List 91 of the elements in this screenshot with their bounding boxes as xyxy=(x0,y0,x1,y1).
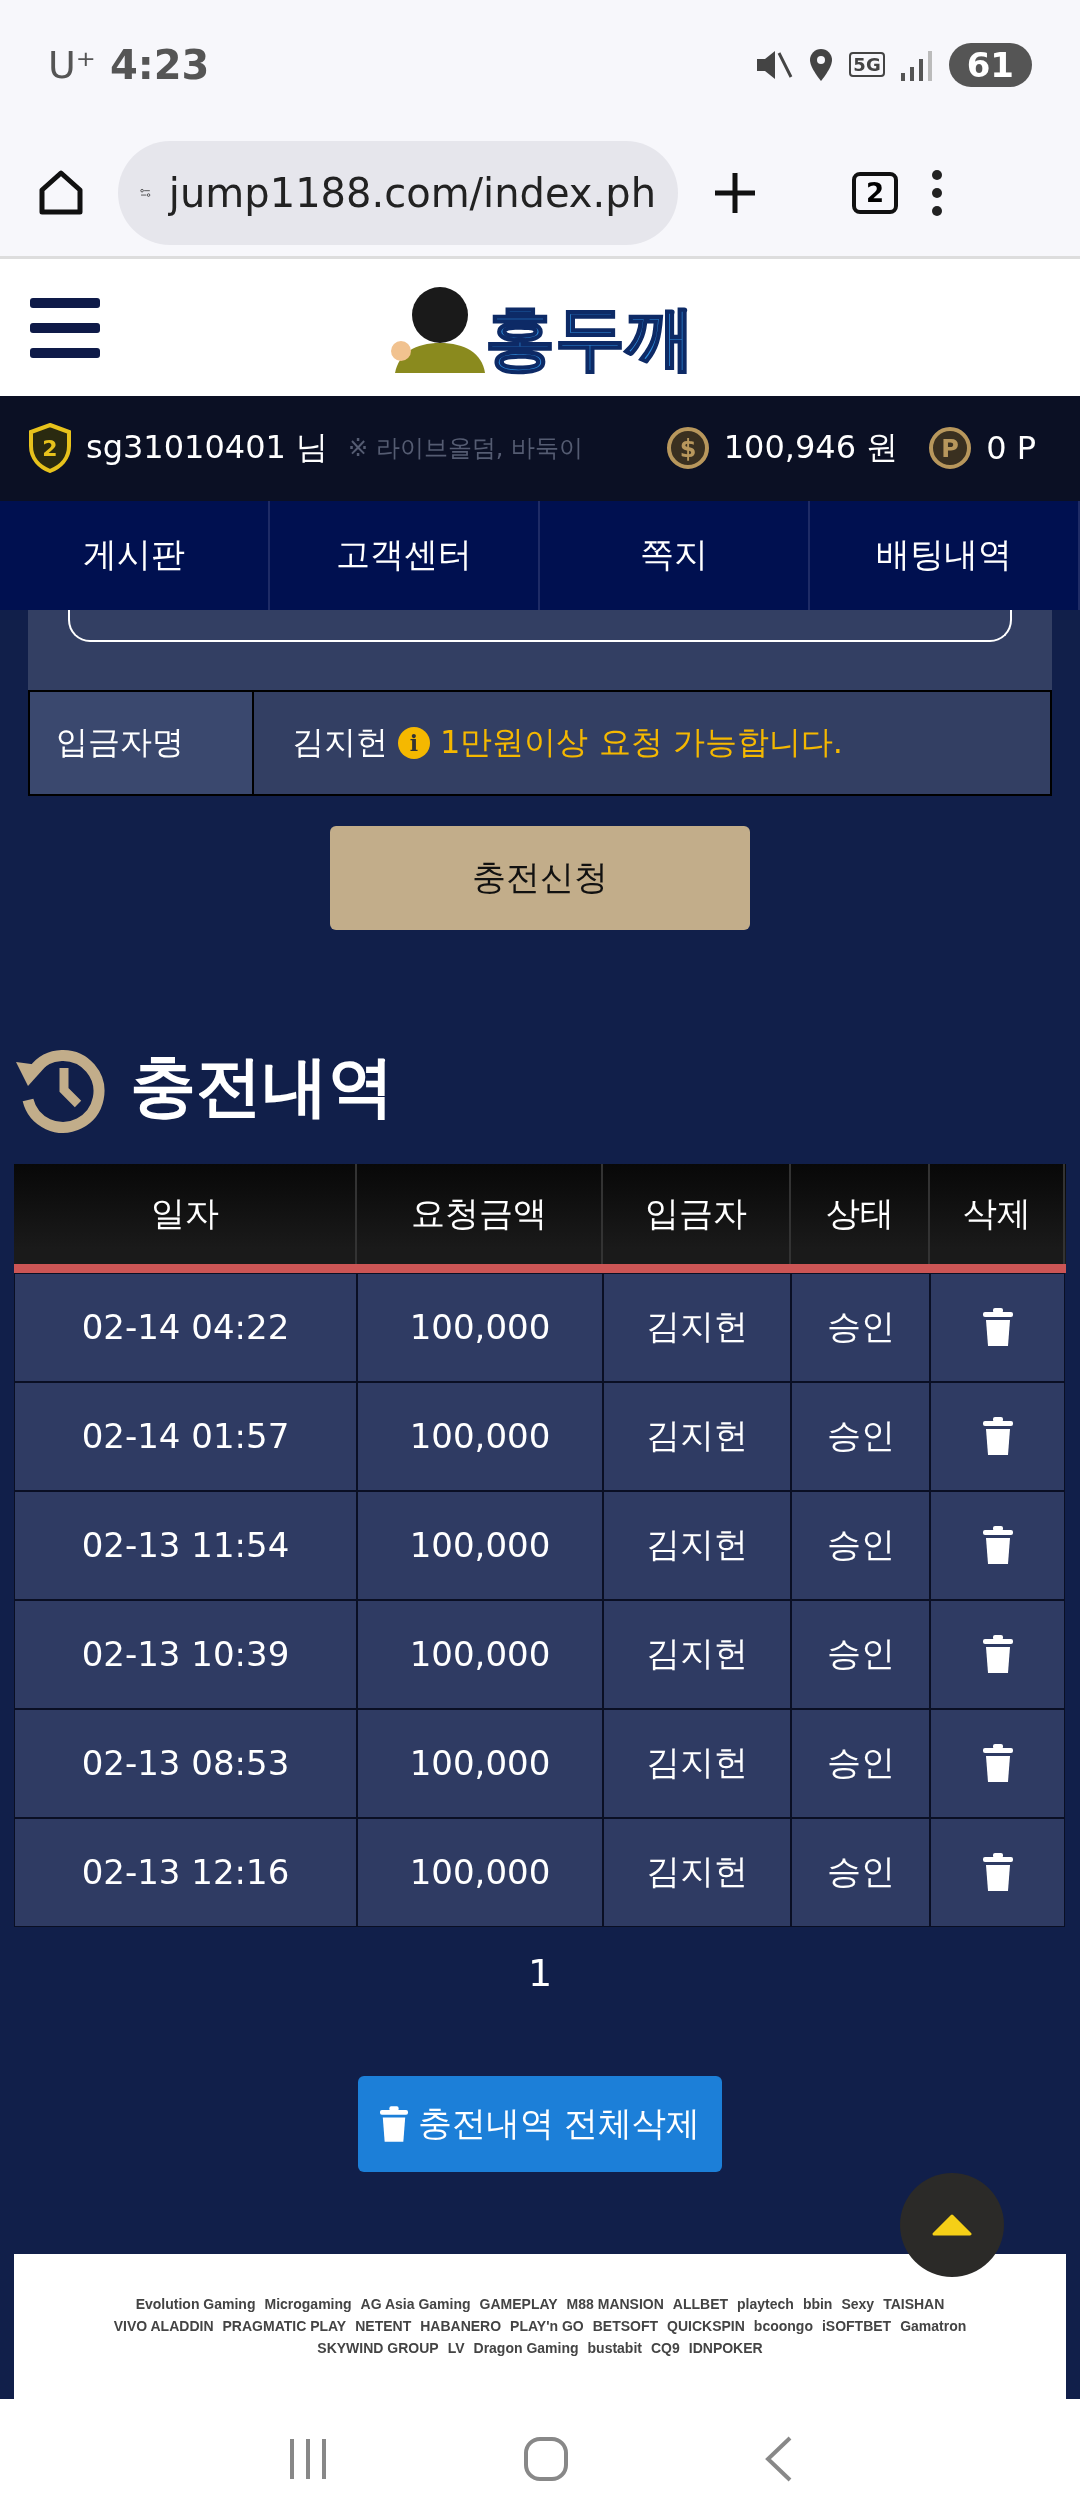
back-icon[interactable] xyxy=(764,2436,793,2483)
point-icon: P xyxy=(928,426,973,471)
provider-logo: BETSOFT xyxy=(592,2318,659,2335)
trash-icon[interactable] xyxy=(982,1635,1013,1674)
provider-logo: PLAY'n GO xyxy=(510,2318,584,2335)
table-cell: 02-13 12:16 xyxy=(14,1817,357,1927)
provider-logo: Evolution Gaming xyxy=(135,2296,256,2313)
trash-icon[interactable] xyxy=(982,1744,1013,1783)
clock: 4:23 xyxy=(109,41,210,88)
table-cell: 김지헌 xyxy=(603,1381,791,1491)
coin-icon: $ xyxy=(665,426,710,471)
section-title: 충전내역 xyxy=(130,1046,394,1127)
table-cell: 승인 xyxy=(791,1381,930,1491)
table-cell: 100,000 xyxy=(357,1817,603,1927)
table-cell: 100,000 xyxy=(357,1599,603,1709)
column-header: 상태 xyxy=(791,1163,930,1264)
address-bar[interactable]: jump1188.com/index.ph xyxy=(118,140,678,245)
column-header: 입금자 xyxy=(603,1163,791,1264)
delete-all-button[interactable]: 충전내역 전체삭제 xyxy=(358,2075,722,2172)
provider-logo: HABANERO xyxy=(420,2318,502,2335)
provider-logo: bcoongo xyxy=(753,2318,813,2335)
provider-logo: IDNPOKER xyxy=(688,2340,763,2357)
carrier-label: U⁺ xyxy=(48,42,96,87)
provider-logo: LV xyxy=(447,2340,465,2357)
table-cell: 02-13 11:54 xyxy=(14,1490,357,1600)
provider-logo: SKYWIND GROUP xyxy=(317,2340,439,2357)
provider-logo: GAMEPLAY xyxy=(479,2296,558,2313)
table-cell: 100,000 xyxy=(357,1708,603,1818)
caret-up-icon xyxy=(932,2213,972,2236)
page-link[interactable]: 1 xyxy=(513,1944,567,2001)
level-shield-icon: 2 xyxy=(28,423,72,474)
info-icon: i xyxy=(398,726,430,759)
table-cell: 100,000 xyxy=(357,1272,603,1382)
trash-icon[interactable] xyxy=(982,1417,1013,1456)
provider-logo: M88 MANSION xyxy=(566,2296,664,2313)
trash-icon xyxy=(379,2105,408,2142)
network-label: 5G xyxy=(849,52,885,78)
username: sg31010401 님 xyxy=(86,427,329,469)
provider-logo: PRAGMATIC PLAY xyxy=(222,2318,347,2335)
input-field[interactable] xyxy=(68,609,1012,642)
table-cell: 김지헌 xyxy=(603,1272,791,1382)
table-cell: 02-14 04:22 xyxy=(14,1272,357,1382)
provider-logo: Gamatron xyxy=(900,2318,967,2335)
points-text: 0 P xyxy=(986,429,1036,468)
balance-text: 100,946 원 xyxy=(723,427,899,469)
trash-icon[interactable] xyxy=(982,1853,1013,1892)
table-cell: 김지헌 xyxy=(603,1599,791,1709)
submit-button[interactable]: 충전신청 xyxy=(330,825,750,930)
table-cell: 100,000 xyxy=(357,1381,603,1491)
table-cell: 02-14 01:57 xyxy=(14,1381,357,1491)
column-header: 일자 xyxy=(14,1163,357,1264)
provider-logo: AG Asia Gaming xyxy=(360,2296,471,2313)
table-cell: 김지헌 xyxy=(603,1708,791,1818)
provider-logo: NETENT xyxy=(355,2318,412,2335)
provider-logo: bbin xyxy=(802,2296,833,2313)
table-cell: 02-13 08:53 xyxy=(14,1708,357,1818)
provider-logo: bustabit xyxy=(587,2340,642,2357)
menu-icon[interactable] xyxy=(30,297,100,358)
provider-logo: VIVO ALADDIN xyxy=(113,2318,214,2335)
note-text: 1만원이상 요청 가능합니다. xyxy=(440,721,843,763)
table-cell: 승인 xyxy=(791,1599,930,1709)
provider-logo: iSOFTBET xyxy=(821,2318,892,2335)
provider-logo: ALLBET xyxy=(672,2296,729,2313)
provider-logo: CQ9 xyxy=(651,2340,680,2357)
tab-count-button[interactable]: 2 xyxy=(852,171,899,214)
notice-text: ※ 라이브올덤, 바둑이 xyxy=(348,433,584,465)
trash-icon[interactable] xyxy=(982,1526,1013,1565)
table-cell: 02-13 10:39 xyxy=(14,1599,357,1709)
column-header: 요청금액 xyxy=(357,1163,603,1264)
battery-indicator: 61 xyxy=(948,42,1032,87)
menu-icon[interactable] xyxy=(930,167,945,218)
provider-logo: playtech xyxy=(737,2296,794,2313)
table-cell: 승인 xyxy=(791,1708,930,1818)
logo-text[interactable]: 홍두깨 xyxy=(485,303,695,374)
provider-logo: Sexy xyxy=(841,2296,875,2313)
table-cell: 승인 xyxy=(791,1817,930,1927)
trash-icon[interactable] xyxy=(982,1308,1013,1347)
table-cell: 김지헌 xyxy=(603,1490,791,1600)
table-cell: 김지헌 xyxy=(603,1817,791,1927)
recent-apps-icon[interactable] xyxy=(287,2437,328,2482)
column-header: 삭제 xyxy=(930,1163,1065,1264)
provider-logo: Microgaming xyxy=(264,2296,352,2313)
table-cell: 승인 xyxy=(791,1272,930,1382)
provider-logo: TAISHAN xyxy=(883,2296,945,2313)
url-text: jump1188.com/index.ph xyxy=(168,169,656,216)
provider-logo: QUICKSPIN xyxy=(667,2318,745,2335)
depositor-name: 김지헌 xyxy=(292,721,388,763)
table-cell: 100,000 xyxy=(357,1490,603,1600)
provider-logo: Dragon Gaming xyxy=(473,2340,579,2357)
table-cell: 승인 xyxy=(791,1490,930,1600)
field-label: 입금자명 xyxy=(30,691,254,794)
